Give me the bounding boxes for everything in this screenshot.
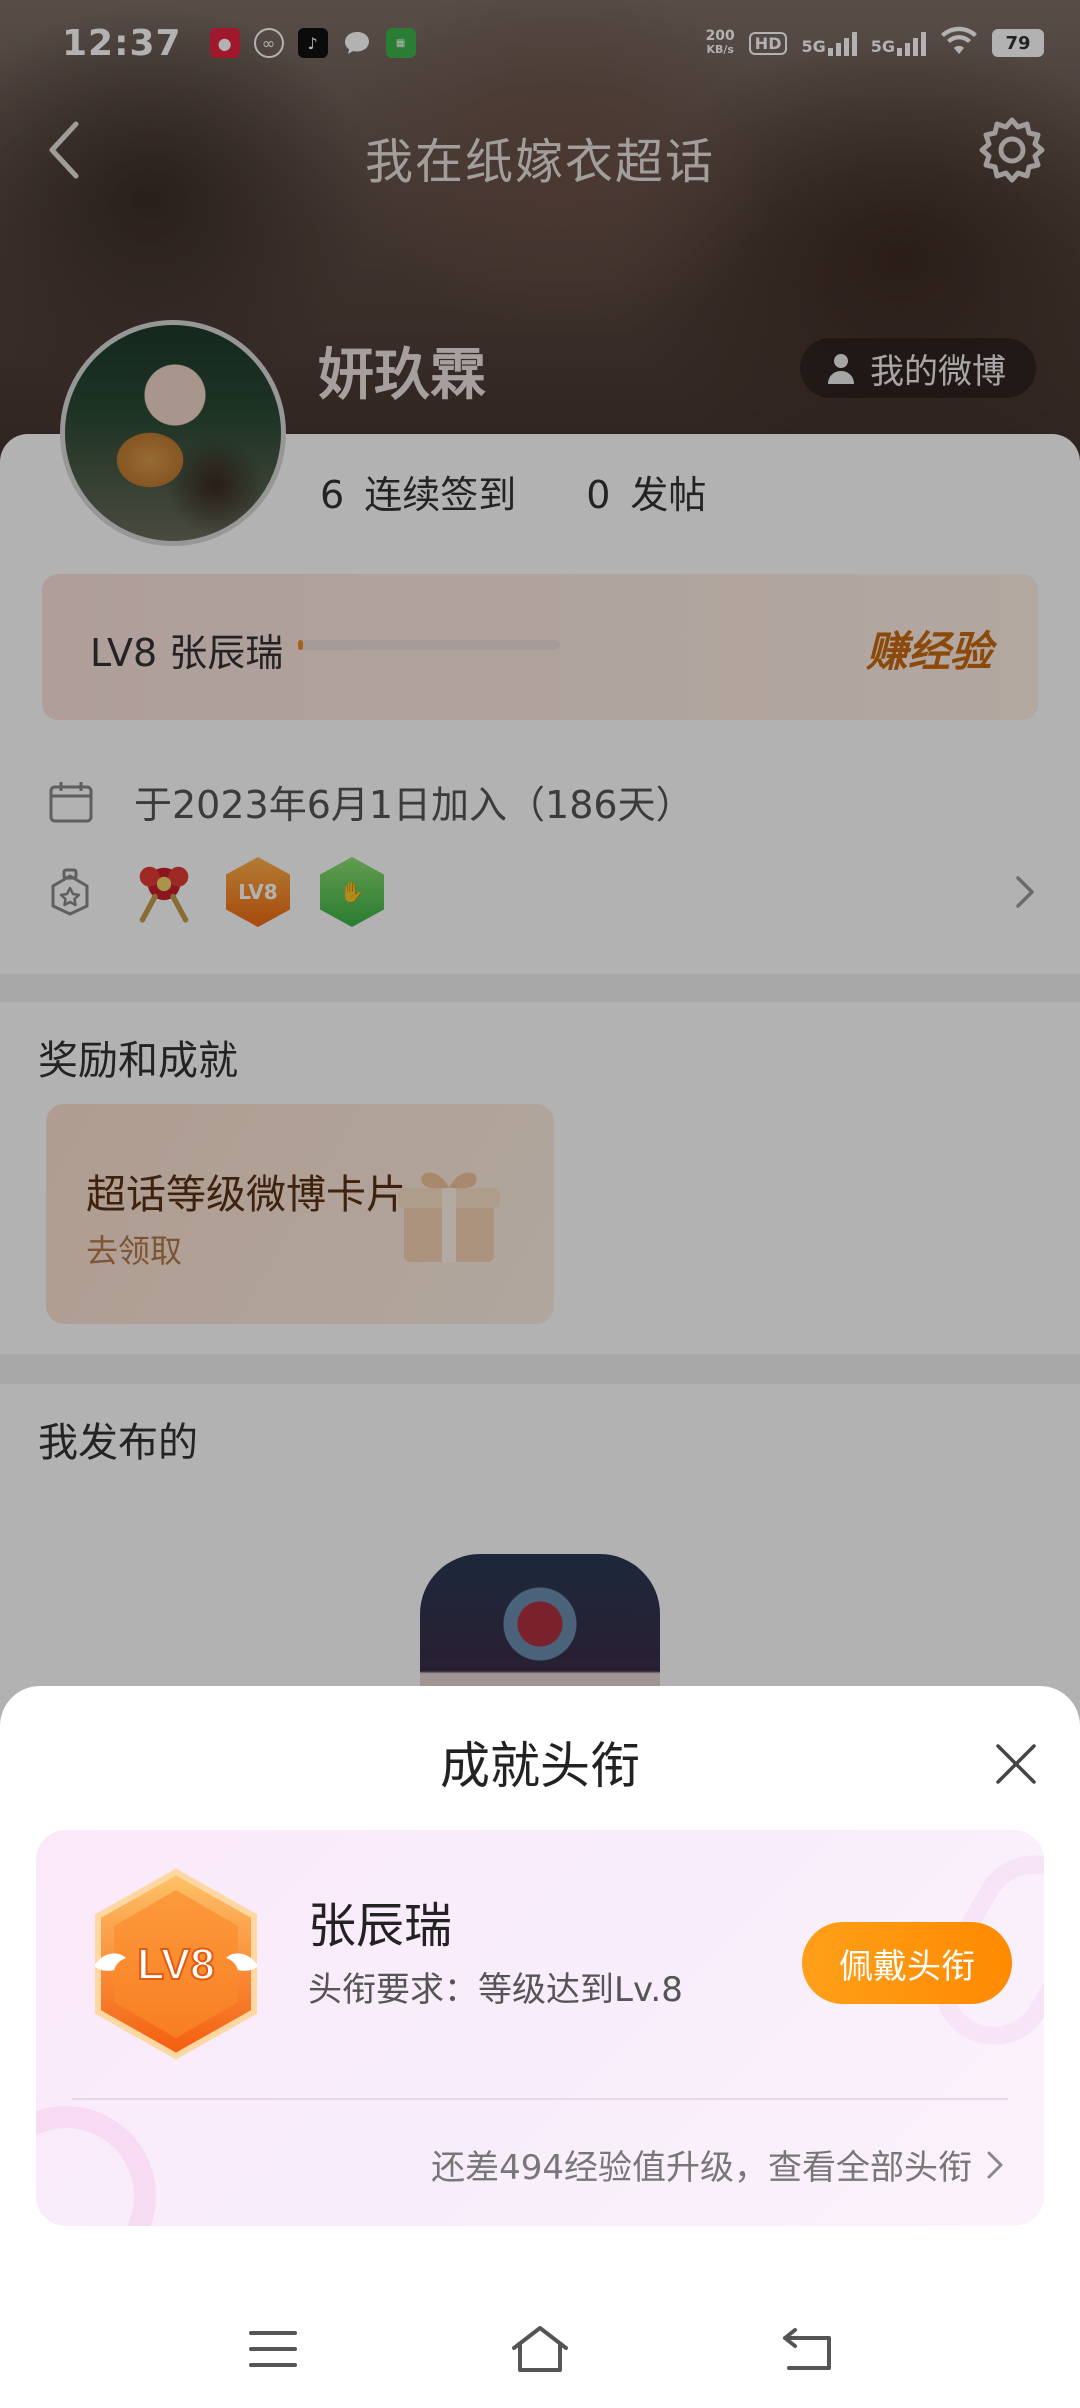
home-button[interactable] (500, 2309, 580, 2389)
home-icon (511, 2326, 568, 2372)
view-all-titles-text: 还差494经验值升级，查看全部头衔 (431, 2148, 972, 2188)
view-all-titles-link[interactable]: 还差494经验值升级，查看全部头衔 (431, 2140, 1004, 2189)
lv8-title-badge-icon: LV8 (94, 1868, 258, 2060)
menu-button[interactable] (233, 2309, 313, 2389)
title-card: LV8 张辰瑞 头衔要求：等级达到Lv.8 佩戴头衔 还差494经验值升级，查看… (36, 1830, 1044, 2226)
sheet-title: 成就头衔 (440, 1737, 640, 1795)
title-name: 张辰瑞 (308, 1898, 453, 1954)
system-navigation-bar (0, 2290, 1080, 2408)
decoration (36, 2106, 156, 2226)
wear-title-button[interactable]: 佩戴头衔 (802, 1922, 1012, 2004)
back-nav-icon (782, 2328, 831, 2370)
divider (72, 2098, 1008, 2100)
title-requirement: 头衔要求：等级达到Lv.8 (308, 1970, 683, 2010)
badge-text: LV8 (137, 1940, 214, 1989)
back-nav-button[interactable] (767, 2309, 847, 2389)
close-button[interactable] (986, 1734, 1046, 1794)
chevron-right-icon (987, 2151, 1003, 2178)
menu-icon (249, 2331, 298, 2367)
close-icon (996, 1744, 1036, 1784)
